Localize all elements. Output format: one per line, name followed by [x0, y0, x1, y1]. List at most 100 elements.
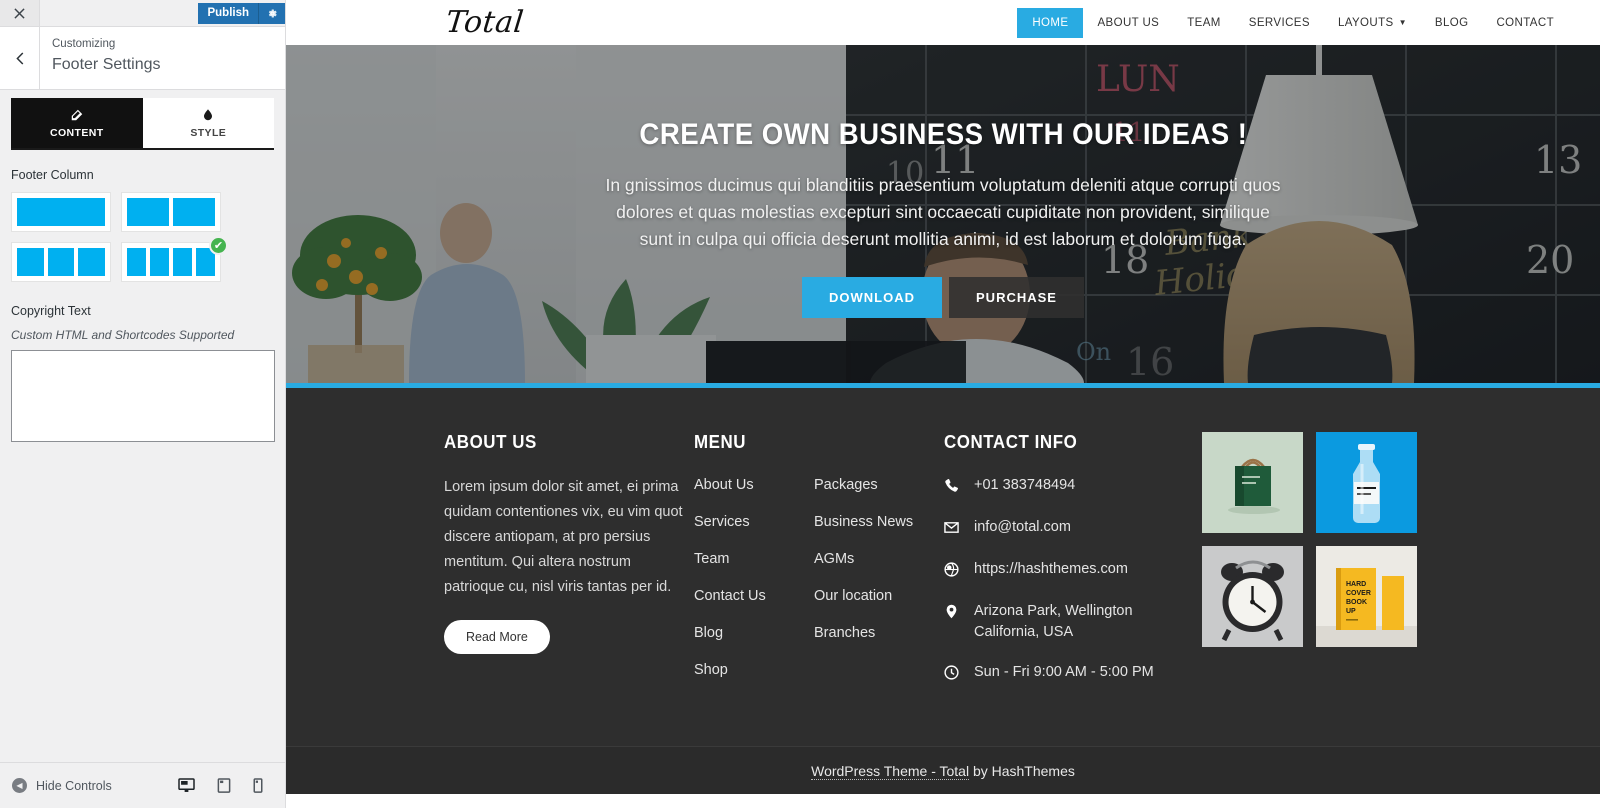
list-item[interactable]: Branches — [814, 623, 934, 644]
list-item[interactable]: About Us — [694, 475, 814, 496]
customizer-topbar: Publish — [0, 0, 285, 27]
footer-column-option-three[interactable] — [11, 242, 111, 282]
column-segment — [17, 198, 105, 226]
site-logo[interactable]: Total — [444, 5, 525, 40]
column-segment — [47, 248, 75, 276]
tab-content-label: CONTENT — [49, 126, 104, 139]
column-segment — [173, 198, 215, 226]
footer-bottom-bar: WordPress Theme - Total by HashThemes — [286, 746, 1600, 795]
panel-titles: Customizing Footer Settings — [40, 27, 161, 89]
list-item[interactable]: Shop — [694, 660, 814, 681]
tablet-icon — [217, 778, 231, 793]
nav-item-home[interactable]: HOME — [1017, 7, 1084, 38]
customizer-app: Publish Customizing Footer Settings CONT… — [0, 0, 1600, 808]
copyright-help-text: Custom HTML and Shortcodes Supported — [11, 328, 235, 342]
nav-item-label: SERVICES — [1248, 16, 1310, 29]
contact-item-email: info@total.com — [944, 517, 1192, 540]
clock-icon — [944, 662, 960, 685]
footer-column-option-one[interactable] — [11, 192, 111, 232]
hide-controls-button[interactable]: ◀ Hide Controls — [12, 778, 112, 793]
list-item[interactable]: Team — [694, 549, 814, 570]
breadcrumb: Customizing — [52, 38, 116, 50]
contact-email-value[interactable]: info@total.com — [974, 517, 1071, 538]
column-segment — [78, 248, 106, 276]
nav-item-about-us[interactable]: ABOUT US — [1083, 0, 1173, 45]
contact-hours-value: Sun - Fri 9:00 AM - 5:00 PM — [974, 664, 1154, 681]
copyright-label: Copyright Text — [11, 304, 91, 318]
customizer-footer-bar: ◀ Hide Controls — [0, 762, 285, 808]
publish-group: Publish — [198, 0, 285, 26]
footer-column-gallery: HARD COVER BOOK UP — [1202, 432, 1434, 704]
contact-phone-value[interactable]: +01 383748494 — [974, 475, 1075, 496]
list-item[interactable]: Services — [694, 512, 814, 533]
nav-item-blog[interactable]: BLOG — [1421, 0, 1483, 45]
list-item[interactable]: Blog — [694, 623, 814, 644]
nav-item-label: HOME — [1032, 16, 1069, 29]
close-customizer-button[interactable] — [0, 0, 40, 26]
contact-website-value[interactable]: https://hashthemes.com — [974, 559, 1128, 580]
tab-content[interactable]: CONTENT — [11, 98, 143, 148]
nav-item-label: CONTACT — [1496, 16, 1554, 29]
footer-column-option-two[interactable] — [121, 192, 221, 232]
menu-list-primary: About Us Services Team Contact Us Blog S… — [694, 475, 814, 697]
footer-column-option-four[interactable]: ✔ — [121, 236, 228, 282]
contact-address-value: Arizona Park, Wellington California, USA — [974, 603, 1133, 641]
back-button[interactable] — [0, 27, 40, 89]
menu-list-secondary: Packages Business News AGMs Our location… — [814, 475, 934, 697]
contact-item-address: Arizona Park, Wellington California, USA — [944, 601, 1192, 643]
hide-controls-label: Hide Controls — [36, 778, 112, 793]
publish-button[interactable]: Publish — [198, 2, 258, 24]
mobile-preview-button[interactable] — [253, 778, 263, 793]
read-more-button[interactable]: Read More — [444, 619, 550, 654]
list-item[interactable]: Our location — [814, 586, 934, 607]
hardcover-book-thumbnail[interactable]: HARD COVER BOOK UP — [1316, 546, 1417, 647]
copyright-textarea[interactable] — [11, 350, 275, 442]
column-segment — [17, 248, 44, 276]
svg-text:HARD: HARD — [1346, 581, 1366, 588]
theme-credit-link[interactable]: WordPress Theme - Total — [811, 762, 970, 780]
tab-style[interactable]: STYLE — [142, 98, 274, 148]
publish-settings-button[interactable] — [258, 2, 285, 24]
footer-credit: WordPress Theme - Total by HashThemes — [811, 762, 1075, 780]
nav-item-services[interactable]: SERVICES — [1235, 0, 1324, 45]
menu-heading: MENU — [694, 432, 747, 452]
nav-item-layouts[interactable]: LAYOUTS ▼ — [1324, 0, 1421, 45]
hero-section: 1113 10 171820 25 16 LUN 11 Bank Holiday… — [286, 45, 1600, 383]
list-item[interactable]: Business News — [814, 512, 934, 533]
purchase-button[interactable]: PURCHASE — [949, 277, 1084, 319]
footer-settings-panel: Footer Column ✔ Copyright Text Custom HT… — [0, 150, 285, 447]
tab-style-label: STYLE — [190, 126, 227, 139]
download-button[interactable]: DOWNLOAD — [802, 277, 943, 319]
theme-credit-suffix: by HashThemes — [969, 762, 1075, 779]
nav-item-label: TEAM — [1187, 16, 1221, 29]
gallery-grid: HARD COVER BOOK UP — [1202, 432, 1424, 647]
chevron-left-icon — [15, 51, 23, 65]
hero-description: In gnissimos ducimus qui blanditiis prae… — [605, 174, 1281, 250]
nav-item-contact[interactable]: CONTACT — [1482, 0, 1568, 45]
glass-bottle-thumbnail[interactable] — [1316, 432, 1417, 533]
primary-navigation: HOME ABOUT US TEAM SERVICES LAYOUTS ▼ BL… — [1017, 0, 1568, 45]
list-item[interactable]: AGMs — [814, 549, 934, 570]
alarm-clock-thumbnail[interactable] — [1202, 546, 1303, 647]
nav-item-team[interactable]: TEAM — [1173, 0, 1235, 45]
copyright-field-group: Copyright Text Custom HTML and Shortcode… — [11, 304, 275, 447]
contact-item-website: https://hashthemes.com — [944, 559, 1192, 582]
footer-column-label: Footer Column — [11, 168, 94, 182]
footer-column-about: ABOUT US Lorem ipsum dolor sit amet, ei … — [444, 432, 694, 704]
list-item[interactable]: Packages — [814, 475, 934, 496]
panel-tabs: CONTENT STYLE — [11, 98, 274, 150]
tablet-preview-button[interactable] — [217, 778, 231, 793]
desktop-preview-button[interactable] — [178, 778, 195, 793]
hero-title: CREATE OWN BUSINESS WITH OUR IDEAS ! — [639, 117, 1247, 151]
list-item[interactable]: Contact Us — [694, 586, 814, 607]
paper-bag-thumbnail[interactable] — [1202, 432, 1303, 533]
nav-item-label: LAYOUTS — [1337, 16, 1394, 29]
menu-lists: About Us Services Team Contact Us Blog S… — [694, 475, 934, 697]
nav-item-label: BLOG — [1434, 16, 1469, 29]
edit-pencil-icon — [70, 108, 84, 123]
phone-icon — [944, 475, 960, 498]
page-title: Footer Settings — [52, 56, 161, 74]
footer-column-menu: MENU About Us Services Team Contact Us B… — [694, 432, 944, 704]
footer-column-contact: CONTACT INFO +01 383748494 info@total.co… — [944, 432, 1202, 704]
